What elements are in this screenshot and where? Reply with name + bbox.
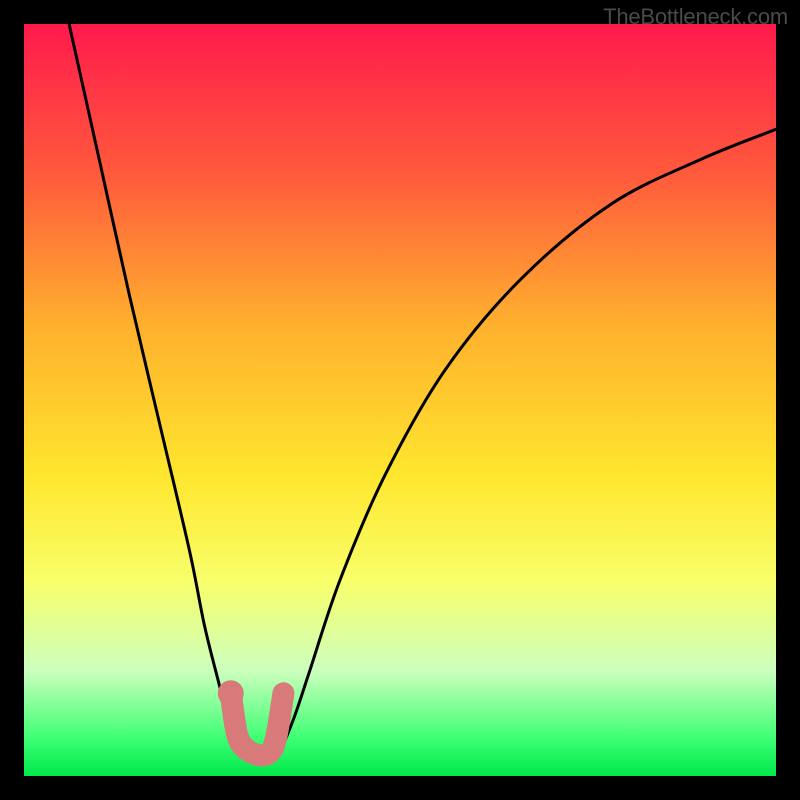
chart-svg bbox=[24, 24, 776, 776]
marker-dot bbox=[218, 680, 244, 706]
watermark-text: TheBottleneck.com bbox=[603, 4, 788, 30]
plot-area bbox=[24, 24, 776, 776]
chart-frame: TheBottleneck.com bbox=[0, 0, 800, 800]
gradient-background bbox=[24, 24, 776, 776]
